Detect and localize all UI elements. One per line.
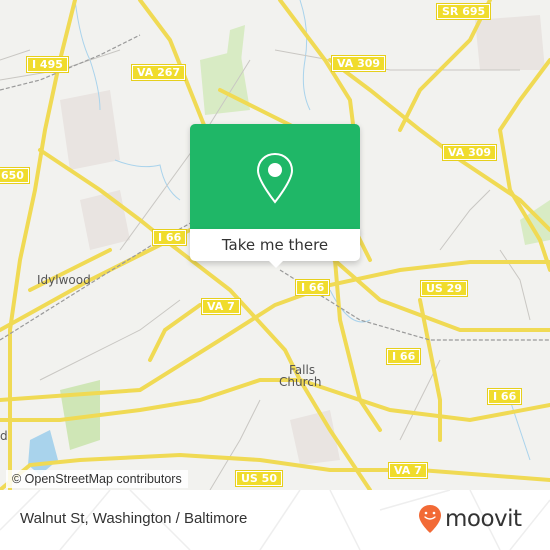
location-title: Walnut St, Washington / Baltimore: [20, 510, 248, 527]
shield-va309-east: VA 309: [441, 144, 498, 161]
moovit-pin-icon: [419, 505, 441, 533]
shield-i66-east: I 66: [385, 348, 422, 365]
place-falls-church-2: Church: [279, 375, 322, 389]
shield-us50: US 50: [235, 470, 283, 487]
shield-va7-south: VA 7: [388, 462, 428, 479]
shield-i495: I 495: [26, 56, 69, 73]
take-me-there-label: Take me there: [221, 236, 329, 254]
place-idylwood: Idylwood: [37, 273, 91, 287]
shield-sr695: SR 695: [435, 3, 492, 20]
shield-va7-west: VA 7: [201, 298, 241, 315]
shield-650: 650: [0, 167, 30, 184]
shield-va309-north: VA 309: [330, 55, 387, 72]
moovit-logo-text: moovit: [445, 506, 522, 532]
map-attribution[interactable]: © OpenStreetMap contributors: [6, 470, 188, 488]
shield-i66-center: I 66: [294, 279, 331, 296]
shield-i66-far-east: I 66: [486, 388, 523, 405]
place-partial-west: d: [0, 429, 8, 443]
take-me-there-button[interactable]: Take me there: [190, 229, 360, 261]
location-pin-icon: [256, 152, 294, 208]
shield-us29: US 29: [420, 280, 468, 297]
shield-va267: VA 267: [130, 64, 187, 81]
shield-i66-west: I 66: [151, 229, 188, 246]
footer: Walnut St, Washington / Baltimore moovit: [0, 490, 550, 550]
moovit-logo[interactable]: moovit: [418, 504, 522, 534]
popup-pointer: [266, 258, 286, 268]
